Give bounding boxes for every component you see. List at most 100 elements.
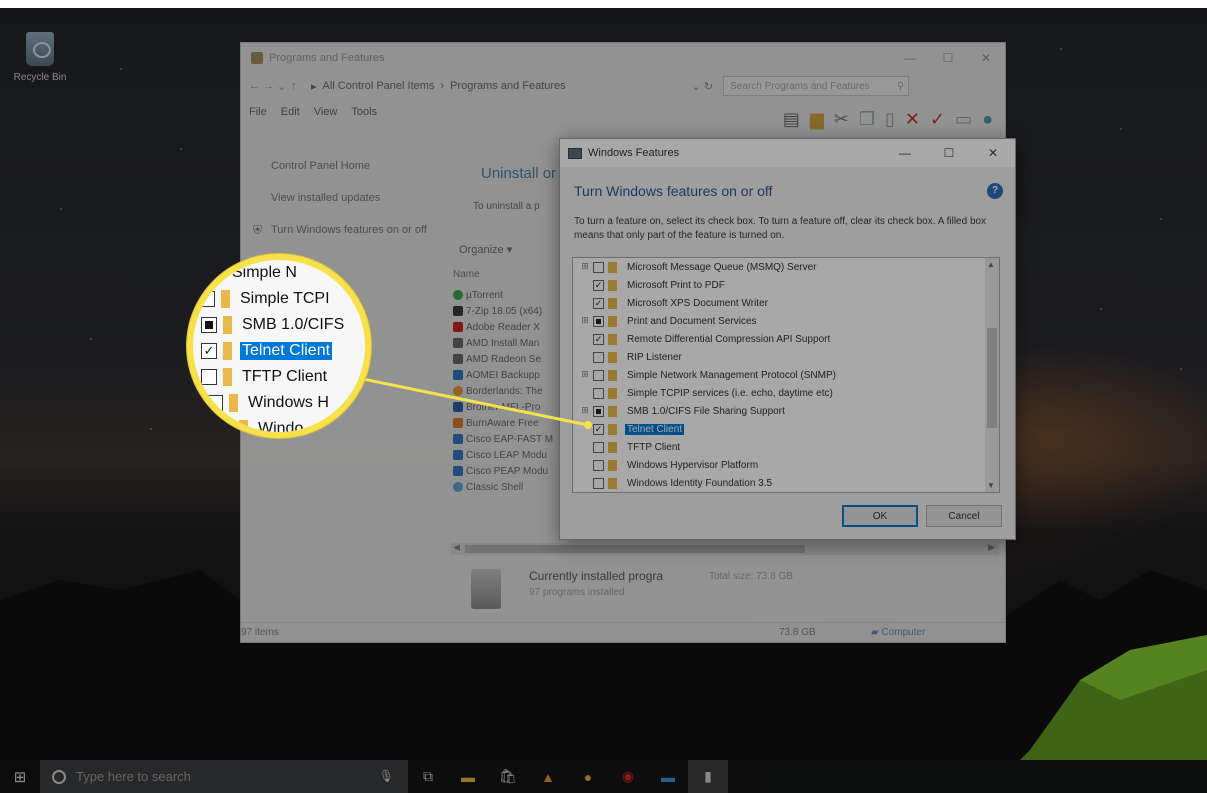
menu-edit[interactable]: Edit — [281, 106, 300, 118]
expand-icon[interactable]: ⊞ — [579, 315, 591, 327]
list-item[interactable]: Adobe Reader X — [453, 319, 563, 335]
breadcrumb-item[interactable]: All Control Panel Items — [323, 80, 435, 92]
refresh-icon[interactable]: ⌄ ↻ — [692, 80, 714, 93]
organize-button[interactable]: Organize ▾ — [459, 243, 512, 256]
task-view-icon[interactable]: ⧉ — [408, 760, 448, 793]
feature-checkbox[interactable] — [593, 351, 604, 363]
folder-icon[interactable]: ▆ — [810, 109, 824, 130]
cut-icon[interactable]: ✂ — [834, 109, 849, 130]
view-installed-updates-link[interactable]: View installed updates — [271, 191, 446, 205]
maximize-icon[interactable]: ☐ — [927, 146, 971, 160]
scroll-left-icon[interactable]: ◀ — [453, 542, 460, 553]
turn-windows-features-link[interactable]: Turn Windows features on or off — [271, 223, 446, 237]
menu-tools[interactable]: Tools — [351, 106, 377, 118]
globe-icon[interactable]: ● — [982, 109, 993, 130]
store-icon[interactable]: 🛍 — [488, 760, 528, 793]
microphone-icon[interactable]: 🎙 — [379, 769, 394, 783]
feature-checkbox[interactable] — [593, 387, 604, 399]
scroll-down-icon[interactable]: ▼ — [987, 481, 995, 490]
forward-arrow-icon[interactable]: → — [263, 80, 277, 92]
feature-row-print-to-pdf[interactable]: ✓ Microsoft Print to PDF — [573, 276, 999, 294]
minimize-icon[interactable]: — — [891, 51, 929, 65]
feature-row-smb[interactable]: ⊞ SMB 1.0/CIFS File Sharing Support — [573, 402, 999, 420]
feature-row-telnet-client[interactable]: ✓ Telnet Client — [573, 420, 999, 438]
start-button[interactable]: ⊞ — [0, 760, 40, 793]
recent-dropdown-icon[interactable]: ⌄ — [277, 80, 291, 93]
scrollbar-thumb[interactable] — [987, 328, 997, 428]
feature-row-rdc-api[interactable]: ✓ Remote Differential Compression API Su… — [573, 330, 999, 348]
feature-label: Print and Document Services — [627, 315, 757, 327]
feature-checkbox[interactable] — [593, 261, 604, 273]
feature-row-tftp-client[interactable]: TFTP Client — [573, 438, 999, 456]
close-icon[interactable]: ✕ — [967, 51, 1005, 65]
properties-icon[interactable]: ▭ — [955, 109, 972, 130]
vertical-scrollbar[interactable]: ▲ ▼ — [985, 258, 999, 492]
close-icon[interactable]: ✕ — [971, 146, 1015, 160]
vlc-icon[interactable]: ▲ — [528, 760, 568, 793]
feature-row-hypervisor-platform[interactable]: Windows Hypervisor Platform — [573, 456, 999, 474]
expand-icon[interactable]: ⊞ — [579, 369, 591, 381]
feature-checkbox[interactable] — [593, 477, 604, 489]
feature-checkbox[interactable]: ✓ — [593, 297, 604, 309]
list-item[interactable]: AMD Radeon Se — [453, 351, 563, 367]
mail-icon[interactable]: ▬ — [648, 760, 688, 793]
column-header-name[interactable]: Name — [453, 269, 480, 280]
menu-file[interactable]: File — [249, 106, 267, 118]
check-icon[interactable]: ✓ — [930, 109, 945, 130]
paste-icon[interactable]: ▯ — [885, 109, 895, 130]
feature-row-print-document-services[interactable]: ⊞ Print and Document Services — [573, 312, 999, 330]
feature-row-simple-tcpip[interactable]: Simple TCPIP services (i.e. echo, daytim… — [573, 384, 999, 402]
list-item[interactable]: Brother MFL-Pro — [453, 399, 563, 415]
feature-row-identity-foundation[interactable]: Windows Identity Foundation 3.5 — [573, 474, 999, 492]
scrollbar-thumb[interactable] — [465, 545, 805, 553]
horizontal-scrollbar[interactable]: ◀ ▶ — [451, 542, 999, 555]
feature-checkbox[interactable] — [593, 441, 604, 453]
panel-icon[interactable]: ▤ — [783, 109, 800, 130]
list-item[interactable]: Cisco PEAP Modu — [453, 463, 563, 479]
search-input[interactable]: Search Programs and Features ⚲ — [723, 76, 910, 96]
menu-view[interactable]: View — [314, 106, 338, 118]
list-item[interactable]: µTorrent — [453, 287, 563, 303]
file-explorer-icon[interactable]: ▬ — [448, 760, 488, 793]
list-item[interactable]: AOMEI Backupp — [453, 367, 563, 383]
scroll-right-icon[interactable]: ▶ — [988, 542, 995, 553]
media-player-icon[interactable]: ◉ — [608, 760, 648, 793]
feature-row-msmq[interactable]: ⊞ Microsoft Message Queue (MSMQ) Server — [573, 258, 999, 276]
feature-row-rip-listener[interactable]: RIP Listener — [573, 348, 999, 366]
control-panel-taskbar-icon[interactable]: ▮ — [688, 760, 728, 793]
copy-icon[interactable]: ❐ — [859, 109, 875, 130]
feature-row-snmp[interactable]: ⊞ Simple Network Management Protocol (SN… — [573, 366, 999, 384]
feature-checkbox[interactable]: ✓ — [593, 333, 604, 345]
list-item[interactable]: Borderlands: The — [453, 383, 563, 399]
feature-checkbox[interactable]: ✓ — [593, 279, 604, 291]
feature-checkbox[interactable] — [593, 459, 604, 471]
back-arrow-icon[interactable]: ← — [249, 80, 263, 92]
help-icon[interactable]: ? — [987, 183, 1003, 199]
ok-button[interactable]: OK — [842, 505, 918, 527]
taskbar-search-input[interactable]: Type here to search 🎙 — [40, 760, 408, 793]
list-item[interactable]: Classic Shell — [453, 479, 563, 495]
maximize-icon[interactable]: ☐ — [929, 51, 967, 65]
feature-checkbox[interactable]: ✓ — [593, 423, 604, 435]
delete-icon[interactable]: ✕ — [905, 109, 920, 130]
list-item[interactable]: BurnAware Free — [453, 415, 563, 431]
feature-row-xps-writer[interactable]: ✓ Microsoft XPS Document Writer — [573, 294, 999, 312]
list-item[interactable]: 7-Zip 18.05 (x64) — [453, 303, 563, 319]
list-item[interactable]: AMD Install Man — [453, 335, 563, 351]
expand-icon[interactable]: ⊞ — [579, 405, 591, 417]
scroll-up-icon[interactable]: ▲ — [987, 260, 995, 269]
breadcrumb-item[interactable]: Programs and Features — [450, 80, 566, 92]
control-panel-home-link[interactable]: Control Panel Home — [271, 159, 446, 173]
breadcrumb[interactable]: ▸ All Control Panel Items › Programs and… — [311, 80, 572, 93]
feature-checkbox[interactable] — [593, 315, 604, 327]
up-arrow-icon[interactable]: ↑ — [291, 80, 305, 92]
chrome-icon[interactable]: ● — [568, 760, 608, 793]
cancel-button[interactable]: Cancel — [926, 505, 1002, 527]
feature-checkbox[interactable] — [593, 369, 604, 381]
minimize-icon[interactable]: — — [883, 146, 927, 160]
list-item[interactable]: Cisco LEAP Modu — [453, 447, 563, 463]
feature-checkbox[interactable] — [593, 405, 604, 417]
recycle-bin[interactable]: Recycle Bin — [10, 32, 70, 83]
expand-icon[interactable]: ⊞ — [579, 261, 591, 273]
list-item[interactable]: Cisco EAP-FAST M — [453, 431, 563, 447]
